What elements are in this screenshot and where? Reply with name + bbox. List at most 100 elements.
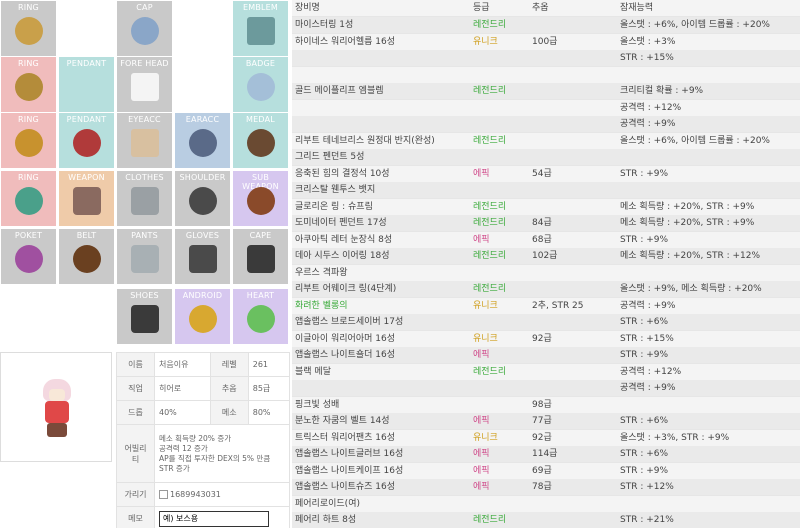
forehead-icon: [131, 73, 159, 101]
item-name: 앱솔랩스 브로드세이버 17성: [295, 317, 404, 327]
slot-label: WEAPON: [68, 173, 105, 182]
slot-heart[interactable]: HEART: [232, 288, 289, 345]
cape-icon: [247, 245, 275, 273]
slot-pendant-1[interactable]: PENDANT: [58, 56, 115, 113]
table-row[interactable]: 앱솔랩스 나이트글러브 16성 에픽 114급 STR : +6%: [292, 446, 800, 463]
drop-value: 40%: [154, 400, 211, 425]
table-row[interactable]: 공격력 : +9%: [292, 116, 800, 133]
slot-cap[interactable]: CAP: [116, 0, 173, 57]
meso-value: 80%: [247, 400, 291, 425]
item-name: 리부트 테네브리스 원정대 반지(완성): [295, 135, 435, 146]
star-value: 85급: [247, 376, 291, 401]
item-grade: 유니크: [473, 36, 498, 47]
table-row[interactable]: 앱솔랩스 브로드세이버 17성 STR : +6%: [292, 314, 800, 331]
table-row[interactable]: 아쿠아틱 레터 눈장식 8성 에픽 68급 STR : +9%: [292, 231, 800, 249]
table-row[interactable]: 공격력 : +12%: [292, 99, 800, 117]
item-name: 트릭스터 워리어팬츠 16성: [295, 432, 395, 443]
slot-label: PANTS: [131, 231, 158, 240]
table-row[interactable]: 리부트 어웨이크 링(4단계) 레전드리 올스탯 : +9%, 메소 획득량 : +…: [292, 281, 800, 298]
table-row[interactable]: 앱솔랩스 나이트숄더 16성 에픽 STR : +9%: [292, 347, 800, 364]
table-row[interactable]: 공격력 : +9%: [292, 380, 800, 397]
character-portrait: [0, 352, 112, 462]
table-row[interactable]: 앱솔랩스 나이트케이프 16성 에픽 69급 STR : +9%: [292, 462, 800, 480]
table-row[interactable]: 글로리온 링 : 슈프림 레전드리 메소 획득량 : +20%, STR : +9%: [292, 198, 800, 216]
item-potential: 올스탯 : +3%, STR : +9%: [620, 432, 730, 443]
item-grade: 레전드리: [473, 284, 507, 294]
slot-emblem[interactable]: EMBLEM: [232, 0, 289, 57]
slot-ring-1[interactable]: RING: [0, 0, 57, 57]
item-grade: 에픽: [473, 168, 490, 179]
slot-shoes[interactable]: SHOES: [116, 288, 173, 345]
item-star: 54급: [532, 168, 552, 179]
slot-shoulder[interactable]: SHOULDER: [174, 170, 231, 227]
name-value: 처음이유: [154, 352, 211, 377]
slot-forehead[interactable]: FORE HEAD: [116, 56, 173, 113]
table-row[interactable]: 앱솔랩스 나이트슈즈 16성 에픽 78급 STR : +12%: [292, 479, 800, 496]
item-potential: 공격력 : +12%: [620, 366, 682, 377]
slot-belt[interactable]: BELT: [58, 228, 115, 285]
slot-label: EARACC: [185, 115, 220, 124]
table-row[interactable]: 리부트 테네브리스 원정대 반지(완성) 레전드리 올스탯 : +6%, 아이템 드…: [292, 132, 800, 150]
item-name: 데아 시두스 이어링 18성: [295, 251, 390, 261]
header-potential: 잠재능력: [620, 3, 654, 13]
item-potential: STR : +12%: [620, 482, 674, 492]
slot-poket[interactable]: POKET: [0, 228, 57, 285]
table-row[interactable]: 핑크빛 성배 98급: [292, 396, 800, 414]
table-row[interactable]: 데아 시두스 이어링 18성 레전드리 102급 메소 획득량 : +20%, STR…: [292, 248, 800, 265]
table-row[interactable]: 이글아이 워리어아머 16성 유니크 92급 STR : +15%: [292, 330, 800, 348]
table-row[interactable]: 우르스 격파왕: [292, 264, 800, 282]
slot-earacc[interactable]: EARACC: [174, 112, 231, 169]
slot-medal[interactable]: MEDAL: [232, 112, 289, 169]
item-name: 분노한 자쿰의 벨트 14성: [295, 416, 390, 426]
slot-cape[interactable]: CAPE: [232, 228, 289, 285]
slot-label: CAPE: [249, 231, 272, 240]
slot-subweapon[interactable]: SUB WEAPON: [232, 170, 289, 227]
gloves-icon: [189, 245, 217, 273]
table-row[interactable]: 블랙 메달 레전드리 공격력 : +12%: [292, 363, 800, 381]
table-row[interactable]: STR : +15%: [292, 50, 800, 67]
table-row[interactable]: 페어리 하트 8성 레전드리 STR : +21%: [292, 512, 800, 528]
item-grade: 에픽: [473, 465, 490, 476]
table-row[interactable]: 화려한 벨롱의 유니크 2추, STR 25 공격력 : +9%: [292, 297, 800, 315]
slot-label: MEDAL: [246, 115, 275, 124]
slot-gloves[interactable]: GLOVES: [174, 228, 231, 285]
slot-ring-3[interactable]: RING: [0, 112, 57, 169]
item-name: 골드 메이플리프 엠블렘: [295, 86, 384, 96]
item-potential: 공격력 : +9%: [620, 119, 676, 129]
table-row[interactable]: 응축된 힘의 결정석 10성 에픽 54급 STR : +9%: [292, 165, 800, 183]
slot-eyeacc[interactable]: EYEACC: [116, 112, 173, 169]
drop-label: 드롭: [116, 400, 155, 425]
slot-android[interactable]: ANDROID: [174, 288, 231, 345]
table-row[interactable]: [292, 66, 800, 84]
level-value: 261: [247, 352, 291, 377]
slot-label: RING: [18, 3, 39, 12]
table-row[interactable]: 그리드 펜던트 5성: [292, 149, 800, 166]
item-potential: STR : +6%: [620, 449, 669, 459]
meso-label: 메소: [209, 400, 249, 425]
table-row[interactable]: 페어리로이드(여): [292, 495, 800, 513]
item-name: 응축된 힘의 결정석 10성: [295, 168, 390, 179]
earacc-icon: [189, 129, 217, 157]
table-row[interactable]: 도미네이터 펜던트 17성 레전드리 84급 메소 획득량 : +20%, STR :…: [292, 215, 800, 232]
slot-ring-4[interactable]: RING: [0, 170, 57, 227]
slot-clothes[interactable]: CLOTHES: [116, 170, 173, 227]
table-row[interactable]: 마이스터링 1성 레전드리 올스탯 : +6%, 아이템 드롭률 : +20%: [292, 17, 800, 34]
table-row[interactable]: 하이네스 워리어헬름 16성 유니크 100급 올스탯 : +3%: [292, 33, 800, 51]
name-label: 이름: [116, 352, 155, 377]
slot-label: GLOVES: [185, 231, 220, 240]
table-row[interactable]: 골드 메이플리프 엠블렘 레전드리 크리티컬 확률 : +9%: [292, 83, 800, 100]
slot-pants[interactable]: PANTS: [116, 228, 173, 285]
item-grade: 에픽: [473, 350, 490, 360]
slot-weapon[interactable]: WEAPON: [58, 170, 115, 227]
memo-input[interactable]: [159, 510, 269, 527]
item-potential: 공격력 : +12%: [620, 102, 682, 113]
slot-label: PENDANT: [66, 59, 107, 68]
table-row[interactable]: 분노한 자쿰의 벨트 14성 에픽 77급 STR : +6%: [292, 413, 800, 430]
table-row[interactable]: 트릭스터 워리어팬츠 16성 유니크 92급 올스탯 : +3%, STR : +9%: [292, 429, 800, 447]
slot-badge[interactable]: BADGE: [232, 56, 289, 113]
slot-ring-2[interactable]: RING: [0, 56, 57, 113]
table-row[interactable]: 크리스탈 웬투스 뱃지: [292, 182, 800, 199]
equipment-table: 장비명 등급 추옵 잠재능력 마이스터링 1성 레전드리 올스탯 : +6%, 아이…: [292, 0, 800, 528]
slot-pendant-2[interactable]: PENDANT: [58, 112, 115, 169]
hide-checkbox[interactable]: [159, 490, 168, 499]
